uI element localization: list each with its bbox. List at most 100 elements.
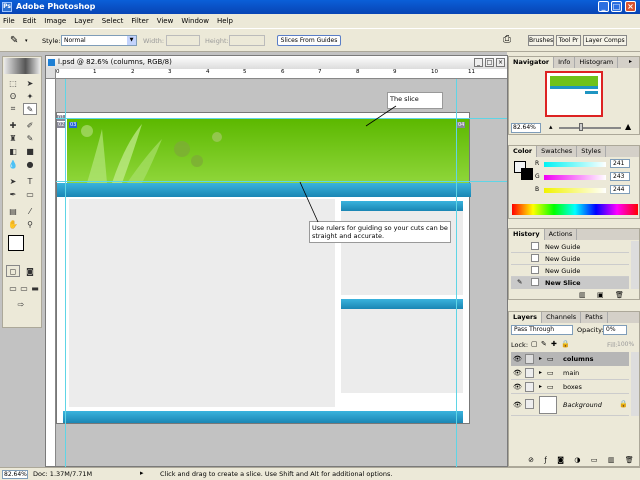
maximize-button[interactable]: □ [611,1,622,12]
type-icon[interactable]: T [23,175,37,187]
eraser-icon[interactable]: ◧ [6,145,20,157]
color-b-slider[interactable] [544,188,606,193]
layer-row-selected[interactable]: 👁 ▸ ▭ columns [511,352,629,366]
hand-icon[interactable]: ✋ [6,218,20,230]
color-g-slider[interactable] [544,175,606,180]
history-item[interactable]: New Guide [511,265,629,277]
status-menu-arrow-icon[interactable]: ▸ [140,469,144,477]
lasso-icon[interactable]: ʘ [6,90,20,102]
guide-horizontal[interactable] [56,181,507,182]
expand-arrow-icon[interactable]: ▸ [539,355,542,362]
tab-channels[interactable]: Channels [542,312,582,323]
link-layers-icon[interactable]: ⊘ [528,456,534,466]
layers-scrollbar[interactable] [631,352,639,416]
height-input[interactable] [229,35,265,46]
link-cell[interactable] [525,354,534,364]
menu-file[interactable]: File [3,17,15,25]
menu-image[interactable]: Image [44,17,66,25]
dodge-icon[interactable]: ● [23,158,37,170]
new-group-icon[interactable]: ▭ [591,456,598,466]
ruler-origin[interactable] [46,69,56,79]
layer-row[interactable]: 👁 ▸ ▭ boxes [511,380,629,394]
new-fill-layer-icon[interactable]: ◑ [574,456,580,466]
opacity-field[interactable]: 0% [603,325,627,335]
quick-mask-icon[interactable]: ◙ [23,265,37,277]
expand-arrow-icon[interactable]: ▸ [539,369,542,376]
gradient-icon[interactable]: ■ [23,145,37,157]
tab-history[interactable]: History [509,229,545,240]
history-brush-source-icon[interactable]: ✎ [517,278,522,286]
navigator-thumbnail[interactable] [545,71,603,117]
history-item[interactable]: New Guide [511,253,629,265]
color-g-value[interactable]: 243 [610,172,630,181]
healing-brush-icon[interactable]: ✚ [6,119,20,131]
zoom-slider[interactable] [559,127,621,129]
chevron-down-icon[interactable]: ▼ [127,36,136,45]
slices-from-guides-button[interactable]: Slices From Guides [277,35,341,46]
doc-maximize-button[interactable]: □ [485,58,494,67]
menu-select[interactable]: Select [102,17,124,25]
magic-wand-icon[interactable]: ✦ [23,90,37,102]
well-tab-brushes[interactable]: Brushes [528,35,554,46]
tab-paths[interactable]: Paths [581,312,608,323]
eye-icon[interactable]: 👁 [513,401,522,409]
brush-icon[interactable]: ✐ [23,119,37,131]
tab-navigator[interactable]: Navigator [509,57,555,68]
status-zoom-field[interactable]: 82.64% [2,470,28,479]
vertical-ruler[interactable] [46,79,56,466]
layer-row[interactable]: 👁 ▸ ▭ main [511,366,629,380]
tab-color[interactable]: Color [509,146,538,157]
history-scrollbar[interactable] [631,241,639,289]
marquee-icon[interactable]: ⬚ [6,77,20,89]
file-browser-icon[interactable]: ⎙ [503,34,511,45]
color-background-swatch[interactable] [521,168,533,180]
close-button[interactable]: × [625,1,636,12]
menu-view[interactable]: View [157,17,174,25]
minimize-button[interactable]: _ [598,1,609,12]
color-b-value[interactable]: 244 [610,185,630,194]
zoom-in-icon[interactable]: ▲ [625,122,631,131]
link-cell[interactable] [525,399,534,409]
menu-edit[interactable]: Edit [23,17,37,25]
screen-mode-full-icon[interactable]: ▬ [28,282,42,294]
jump-to-imageready-icon[interactable]: ⇨ [6,298,36,310]
layer-style-icon[interactable]: ƒ [544,456,546,466]
blend-mode-select[interactable]: Pass Through [511,325,573,335]
style-select[interactable]: Normal ▼ [61,35,137,46]
document-page[interactable]: 01 02 03 04 05 [56,112,471,424]
layer-mask-icon[interactable]: ◙ [557,456,564,466]
slice-badge[interactable]: 04 [457,122,466,128]
zoom-out-icon[interactable]: ▴ [549,123,553,131]
path-selection-icon[interactable]: ➤ [6,175,20,187]
menu-layer[interactable]: Layer [74,17,94,25]
blur-icon[interactable]: 💧 [6,158,20,170]
slice-badge-selected[interactable]: 03 [69,122,78,128]
header-slice[interactable] [67,119,469,183]
guide-vertical[interactable] [65,79,66,467]
link-cell[interactable] [525,368,534,378]
tab-layers[interactable]: Layers [509,312,543,323]
new-snapshot-icon[interactable]: ▣ [597,291,604,299]
new-layer-icon[interactable]: ▥ [608,456,615,466]
eye-icon[interactable]: 👁 [513,355,522,363]
eye-icon[interactable]: 👁 [513,369,522,377]
tab-styles[interactable]: Styles [577,146,606,157]
clone-stamp-icon[interactable]: ♜ [6,132,20,144]
tab-actions[interactable]: Actions [545,229,578,240]
link-cell[interactable] [525,382,534,392]
lock-transparent-icon[interactable]: ▢ [531,340,538,348]
navigator-zoom-field[interactable]: 82.64% [511,123,541,133]
color-ramp[interactable] [512,204,638,215]
trash-icon[interactable]: 🗑 [615,291,624,299]
slice-tool-icon[interactable]: ✎ [10,35,18,46]
shape-icon[interactable]: ▭ [23,188,37,200]
doc-minimize-button[interactable]: _ [474,58,483,67]
move-icon[interactable]: ➤ [23,77,37,89]
lock-image-icon[interactable]: ✎ [541,340,547,348]
zoom-slider-handle[interactable] [579,123,583,131]
well-tab-layer-comps[interactable]: Layer Comps [583,35,627,46]
history-item[interactable]: New Guide [511,241,629,253]
color-r-slider[interactable] [544,162,606,167]
fill-value[interactable]: 100% [617,341,634,348]
menu-window[interactable]: Window [181,17,209,25]
